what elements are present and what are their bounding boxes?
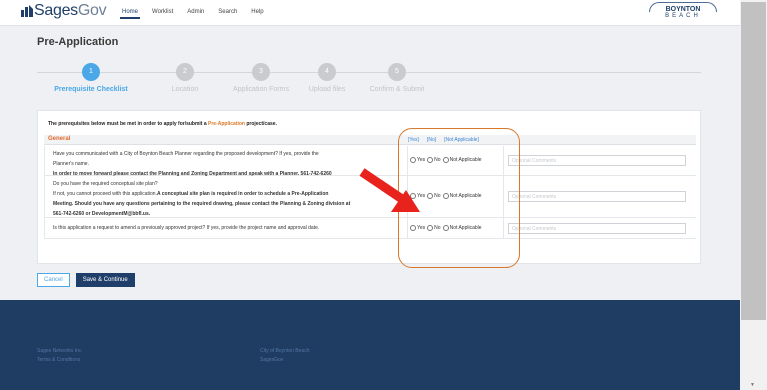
footer-link-terms[interactable]: Terms & Conditions <box>37 356 81 365</box>
question-text: Do you have the required conceptual site… <box>53 181 351 217</box>
comment-input[interactable]: Optional Comments <box>508 223 686 234</box>
annotation-highlight-box <box>398 128 520 268</box>
step-upload-files[interactable]: 4 Upload files <box>287 59 367 93</box>
logo-text: SagesGov <box>34 2 107 19</box>
nav-worklist[interactable]: Worklist <box>152 9 173 15</box>
step-confirm-submit[interactable]: 5 Confirm & Submit <box>357 59 437 93</box>
checklist-panel: The prerequisites below must be met in o… <box>37 110 701 264</box>
page-scrollbar[interactable]: ▼ <box>740 0 767 390</box>
nav-search[interactable]: Search <box>218 9 237 15</box>
step-location[interactable]: 2 Location <box>145 59 225 93</box>
scrollbar-thumb[interactable] <box>741 2 766 320</box>
question-row-1: Have you communicated with a City of Boy… <box>44 146 696 177</box>
footer-link-city[interactable]: City of Boynton Beach <box>260 347 309 356</box>
comment-input[interactable]: Optional Comments <box>508 155 686 166</box>
question-row-3: Is this application a request to amend a… <box>44 218 696 239</box>
footer-col-1: Sages Networks Inc Terms & Conditions <box>37 347 81 365</box>
logo-icon <box>21 5 33 17</box>
scroll-down-arrow-icon[interactable]: ▼ <box>750 382 755 388</box>
nav-home[interactable]: Home <box>119 9 141 19</box>
main-nav: Home Worklist Admin Search Help <box>119 9 264 19</box>
sagesgov-logo[interactable]: SagesGov <box>20 2 107 20</box>
cancel-button[interactable]: Cancel <box>37 273 70 287</box>
nav-help[interactable]: Help <box>251 9 263 15</box>
top-bar: SagesGov Home Worklist Admin Search Help… <box>0 0 740 26</box>
question-text: Is this application a request to amend a… <box>53 225 320 231</box>
footer: Sages Networks Inc Terms & Conditions Ci… <box>0 300 740 390</box>
question-text: Have you communicated with a City of Boy… <box>53 151 332 177</box>
comment-input[interactable]: Optional Comments <box>508 191 686 202</box>
footer-link-sagesgov[interactable]: SagesGov <box>260 356 309 365</box>
comment-cell: Optional Comments <box>503 176 696 217</box>
comment-cell: Optional Comments <box>503 218 696 238</box>
nav-admin[interactable]: Admin <box>187 9 204 15</box>
save-continue-button[interactable]: Save & Continue <box>75 273 135 287</box>
footer-link-sages[interactable]: Sages Networks Inc <box>37 347 81 356</box>
action-buttons: Cancel Save & Continue <box>37 273 135 287</box>
step-prerequisite-checklist[interactable]: 1 Prerequisite Checklist <box>51 59 131 93</box>
comment-cell: Optional Comments <box>503 146 696 175</box>
boynton-beach-logo: BOYNTON BEACH <box>646 2 720 22</box>
main-content: Pre-Application 1 Prerequisite Checklist… <box>0 26 740 300</box>
page-title: Pre-Application <box>37 36 119 48</box>
checklist-intro: The prerequisites below must be met in o… <box>48 121 277 127</box>
section-header-general: General [Yes] [No] [Not Applicable] <box>44 135 696 145</box>
question-row-2: Do you have the required conceptual site… <box>44 176 696 218</box>
section-title: General <box>48 136 71 142</box>
footer-col-2: City of Boynton Beach SagesGov <box>260 347 309 365</box>
